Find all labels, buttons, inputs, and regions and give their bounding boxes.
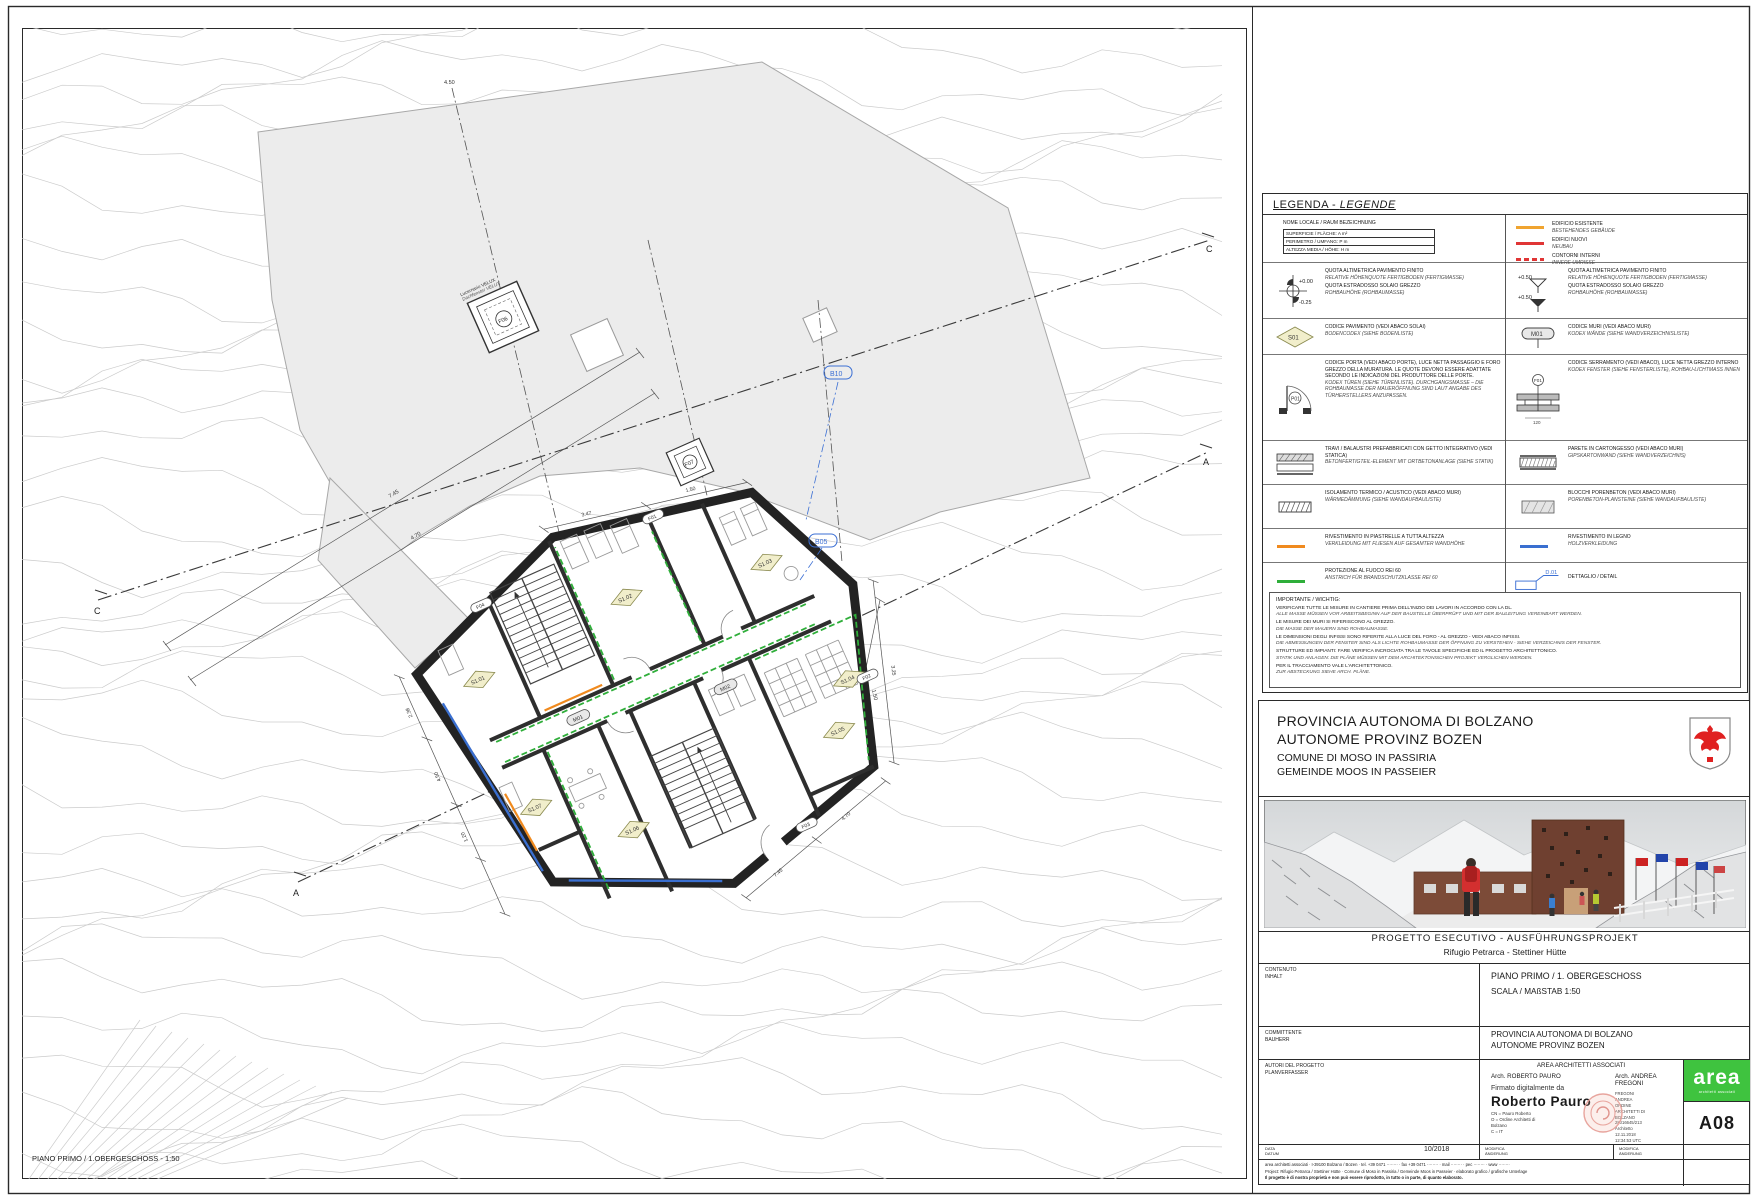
svg-text:120: 120: [1533, 420, 1541, 425]
insulation-hatch-icon: [1269, 488, 1321, 526]
legend-row-insulation: ISOLAMENTO TERMICO / ACUSTICO (VEDI ABAC…: [1263, 485, 1505, 529]
svg-text:-0.25: -0.25: [1299, 300, 1312, 306]
yellow-line-icon: [1516, 226, 1544, 229]
legend-row-outlines: EDIFICIO ESISTENTEBESTEHENDES GEBÄUDE ED…: [1506, 215, 1747, 263]
authors-row: AUTORI DEL PROGETTO PLANVERFASSER AREA A…: [1259, 1059, 1751, 1144]
note-item: STRUTTURE ED IMPIANTI: FARE VERIFICA INC…: [1276, 649, 1734, 661]
legend-box: LEGENDA - LEGENDE NOME LOCALE / RAUM BEZ…: [1262, 193, 1748, 693]
svg-text:3.25: 3.25: [889, 665, 896, 676]
note-item: LE MISURE DEI MURI SI RIFERISCONO AL GRE…: [1276, 620, 1734, 632]
digital-stamp-text: FREGONI ANDREA ORDINE ARCHITETTI DI BOLZ…: [1615, 1091, 1685, 1144]
svg-text:M01: M01: [1531, 332, 1543, 338]
area-logo: area architetti associati: [1684, 1060, 1750, 1101]
note-item: VERIFICARE TUTTE LE MISURE IN CANTIERE P…: [1276, 606, 1734, 618]
green-line-icon: [1277, 580, 1305, 583]
notes-box: IMPORTANTE / WICHTIG: VERIFICARE TUTTE L…: [1269, 592, 1741, 688]
municipality-name: COMUNE DI MOSO IN PASSIRIA GEMEINDE MOOS…: [1277, 752, 1534, 779]
legend-row-room-name: NOME LOCALE / RAUM BEZEICHNUNG SUPERFICI…: [1263, 215, 1505, 263]
sheet-number: A08: [1684, 1113, 1750, 1134]
legend-row-level-finished: +0.00 -0.25 QUOTA ALTIMETRICA PAVIMENTO …: [1263, 263, 1505, 319]
orange-line-icon: [1277, 545, 1305, 548]
legend-row-precast-beam: TRAVI / BALAUSTRI PREFABBRICATI CON GETT…: [1263, 441, 1505, 485]
client-row: COMMITTENTE BAUHERR PROVINCIA AUTONOMA D…: [1259, 1026, 1751, 1059]
svg-text:B10: B10: [830, 371, 843, 378]
red-line-icon: [1516, 242, 1544, 245]
legend-row-level-raw: +0.50 +0.50 QUOTA ALTIMETRICA PAVIMENTO …: [1506, 263, 1747, 319]
precast-beam-icon: [1269, 444, 1321, 482]
drywall-icon: [1512, 444, 1564, 482]
building-rendering: [1264, 800, 1746, 928]
plan-caption: PIANO PRIMO / 1.OBERGESCHOSS - 1:50: [32, 1154, 180, 1163]
notes-heading: IMPORTANTE / WICHTIG:: [1276, 597, 1734, 603]
svg-text:+0.00: +0.00: [1299, 279, 1313, 285]
floor-code-diamond-icon: S01: [1269, 322, 1321, 352]
architect-2: Arch. ANDREA FREGONI: [1615, 1073, 1685, 1087]
svg-text:7.45: 7.45: [773, 867, 785, 878]
svg-text:+0.50: +0.50: [1518, 275, 1532, 281]
titleblock-header: PROVINCIA AUTONOMA DI BOLZANO AUTONOME P…: [1259, 701, 1751, 796]
red-dashed-line-icon: [1516, 258, 1544, 261]
scale-value: SCALA / MAßSTAB 1:50: [1491, 987, 1642, 996]
level-cross-icon: +0.00 -0.25: [1269, 266, 1321, 316]
svg-text:1.50: 1.50: [685, 486, 696, 494]
note-item: PER IL TRACCIAMENTO VALE L'ARCHITETTONIC…: [1276, 664, 1734, 676]
legend-row-floor-code: S01 CODICE PAVIMENTO (VEDI ABACO SOLAI) …: [1263, 319, 1505, 355]
svg-text:4.70: 4.70: [841, 811, 853, 822]
window-plan-icon: F01 120: [1512, 358, 1564, 438]
level-triangle-icon: +0.50 +0.50: [1512, 266, 1564, 316]
legend-row-drywall: PARETE IN CARTONGESSO (VEDI ABACO MURI) …: [1506, 441, 1747, 485]
svg-text:B05: B05: [815, 539, 828, 546]
axis-dim: 4.50: [444, 80, 455, 86]
date-value: 10/2018: [1424, 1146, 1449, 1153]
content-row: CONTENUTO INHALT PIANO PRIMO / 1. OBERGE…: [1259, 963, 1751, 1026]
blue-line-icon: [1520, 545, 1548, 548]
svg-text:D.01: D.01: [1545, 570, 1557, 576]
legend-row-door-code: P01 CODICE PORTA (VEDI ABACO PORTE), LUC…: [1263, 355, 1505, 441]
svg-text:+0.50: +0.50: [1518, 295, 1532, 301]
coat-of-arms: [1687, 715, 1733, 773]
legend-row-wood: RIVESTIMENTO IN LEGNO HOLZVERKLEIDUNG: [1506, 529, 1747, 563]
title-block: PROVINCIA AUTONOMA DI BOLZANO AUTONOME P…: [1258, 700, 1750, 1185]
legend-row-porenbeton: BLOCCHI PORENBETON (VEDI ABACO MURI) POR…: [1506, 485, 1747, 529]
architect-1: Arch. ROBERTO PAURO: [1491, 1073, 1601, 1080]
svg-text:A: A: [293, 888, 299, 898]
svg-text:3.47: 3.47: [581, 510, 592, 518]
svg-text:C: C: [1206, 244, 1213, 254]
authority-name: PROVINCIA AUTONOMA DI BOLZANO AUTONOME P…: [1277, 713, 1534, 748]
legend-row-window-code: F01 120 CODICE SERRAMENTO (VEDI ABACO), …: [1506, 355, 1747, 441]
date-row: DATADATUM 10/2018 MODIFICAÄNDERUNG MODIF…: [1259, 1144, 1751, 1159]
svg-text:P01: P01: [1291, 397, 1300, 403]
svg-text:C: C: [94, 606, 101, 616]
room-name-box-icon: SUPERFICIE / FLÄCHE: A m² PERIMETRO / UM…: [1283, 229, 1435, 254]
legend-title: LEGENDA - LEGENDE: [1263, 194, 1747, 215]
firm-name: AREA ARCHITETTI ASSOCIATI: [1481, 1062, 1681, 1069]
svg-text:S01: S01: [1288, 336, 1299, 342]
porenbeton-hatch-icon: [1512, 488, 1564, 526]
revision-label: MODIFICAÄNDERUNG: [1485, 1146, 1508, 1156]
fine-print: area architetti associati · I-39100 Bolz…: [1259, 1159, 1683, 1186]
revision-label: MODIFICAÄNDERUNG: [1619, 1146, 1642, 1156]
note-item: LE DIMENSIONI DEGLI INFISSI SONO RIFERIT…: [1276, 635, 1734, 647]
svg-text:A: A: [1203, 457, 1209, 467]
wall-code-oval-icon: M01: [1512, 322, 1564, 352]
legend-row-wall-code: M01 CODICE MURI (VEDI ABACO MURI) KODEX …: [1506, 319, 1747, 355]
content-value: PIANO PRIMO / 1. OBERGESCHOSS: [1491, 971, 1642, 981]
svg-text:1.50: 1.50: [870, 689, 878, 701]
date-label: DATADATUM: [1265, 1146, 1279, 1156]
round-stamp: [1581, 1091, 1625, 1135]
door-plan-icon: P01: [1269, 358, 1321, 438]
project-title: PROGETTO ESECUTIVO - AUSFÜHRUNGSPROJEKT …: [1259, 933, 1751, 957]
legend-row-tiles: RIVESTIMENTO IN PIASTRELLE A TUTTA ALTEZ…: [1263, 529, 1505, 563]
client-value: PROVINCIA AUTONOMA DI BOLZANO: [1491, 1030, 1633, 1039]
svg-text:F01: F01: [1534, 378, 1542, 383]
